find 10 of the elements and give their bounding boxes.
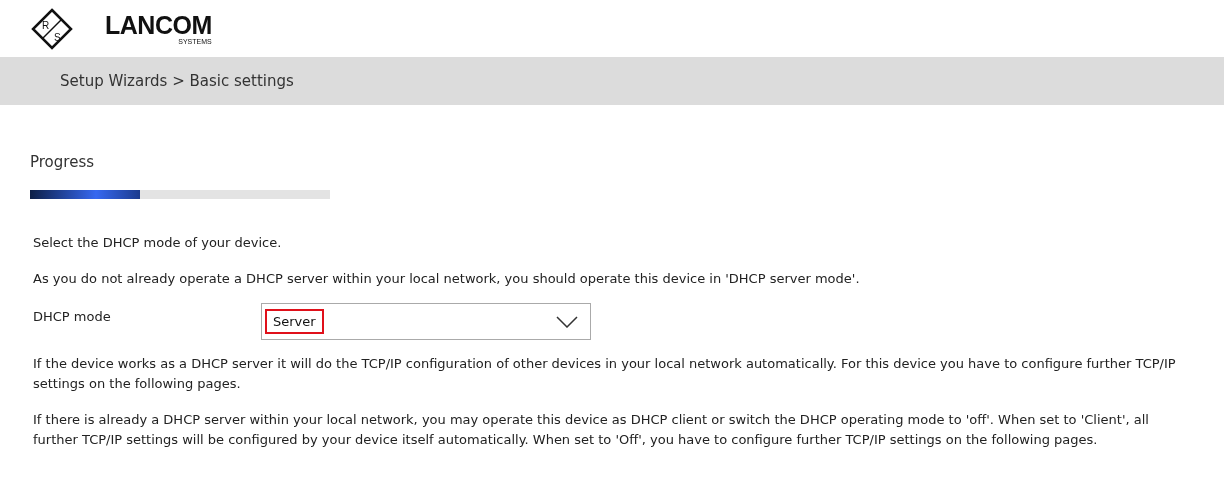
- description-text: If there is already a DHCP server within your local network, you may operate this device as DHCP client or switch the DHCP operating mode to 'off'. When set to 'Client', all further TCP/IP settings will be configured by your device itself automatically. When set to 'Off', you have to configure further TCP/IP settings on the following pages.: [33, 411, 1150, 449]
- brand-name: LANCOM: [105, 11, 212, 38]
- progress-label: Progress: [30, 153, 95, 171]
- field-label: DHCP mode: [33, 308, 112, 324]
- recommendation-text: As you do not already operate a DHCP server within your local network, you should operate this device in 'DHCP server mode'.: [33, 270, 861, 288]
- chevron-down-icon: [556, 315, 578, 328]
- description-text: If the device works as a DHCP server it will do the TCP/IP configuration of other devices in your local network automatically. For this device you have to configure further TCP/IP settings on the following pages.: [33, 355, 1177, 393]
- intro-text: Select the DHCP mode of your device.: [33, 234, 283, 252]
- dhcp-mode-dropdown[interactable]: Server: [261, 303, 591, 340]
- breadcrumb: Setup Wizards > Basic settings: [60, 72, 294, 90]
